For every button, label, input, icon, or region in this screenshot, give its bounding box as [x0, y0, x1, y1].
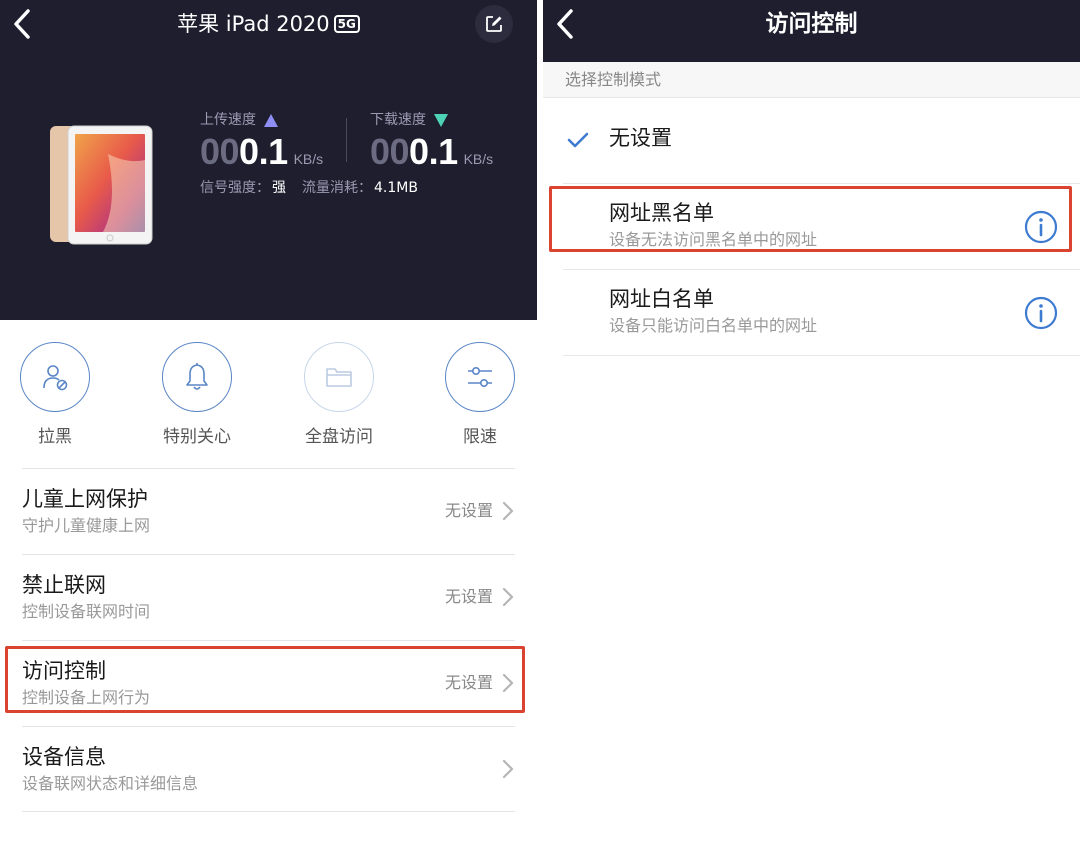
menu-item-subtitle: 设备联网状态和详细信息: [22, 774, 199, 793]
menu-item-value: 无设置: [444, 587, 493, 606]
traffic-value: 4.1MB: [374, 180, 418, 196]
action-block-circle[interactable]: [20, 342, 90, 412]
speed-divider: [346, 118, 347, 162]
upload-speed-leading-zeros: 00: [200, 131, 240, 172]
action-label: 特别关心: [163, 427, 231, 447]
menu-item-title: 设备信息: [22, 745, 106, 769]
option-title: 网址黑名单: [609, 201, 714, 225]
nav-bar: 访问控制: [543, 0, 1080, 62]
download-speed: 下载速度 000.1 KB/s: [370, 110, 493, 179]
signal-label: 信号强度：: [200, 180, 270, 196]
upload-speed-value: 0.1: [239, 131, 288, 172]
edit-button[interactable]: [475, 5, 513, 43]
menu-item-subtitle: 守护儿童健康上网: [22, 516, 151, 535]
page-title: 苹果 iPad 2020 5G: [0, 10, 537, 38]
menu-item-value: 无设置: [444, 673, 493, 692]
signal-value: 强: [272, 180, 286, 196]
menu-item-value: 无设置: [444, 501, 493, 520]
info-icon[interactable]: [1024, 296, 1058, 330]
menu-item-title: 儿童上网保护: [22, 487, 148, 511]
bell-icon: [186, 363, 208, 390]
page-title: 访问控制: [765, 11, 858, 37]
option-url-whitelist[interactable]: 网址白名单 设备只能访问白名单中的网址: [563, 270, 1080, 356]
action-block[interactable]: 拉黑: [5, 342, 105, 448]
upload-speed-unit: KB/s: [293, 151, 324, 167]
device-name: 苹果 iPad 2020: [177, 12, 330, 36]
menu-item-child-protection[interactable]: 儿童上网保护 守护儿童健康上网 无设置: [22, 468, 515, 554]
device-detail-screen: 苹果 iPad 2020 5G 上传速度 000.1 KB/s 下载速度 000…: [0, 0, 537, 846]
option-url-blacklist[interactable]: 网址黑名单 设备无法访问黑名单中的网址: [563, 184, 1080, 270]
download-speed-label: 下载速度: [370, 112, 426, 128]
download-arrow-icon: [434, 113, 448, 127]
block-user-icon: [43, 365, 68, 391]
checkmark-icon: [567, 132, 589, 148]
upload-speed: 上传速度 000.1 KB/s: [200, 110, 323, 179]
chevron-right-icon: [502, 673, 514, 693]
option-subtitle: 设备只能访问白名单中的网址: [609, 316, 818, 335]
section-header: 选择控制模式: [543, 62, 1080, 98]
action-label: 拉黑: [38, 427, 72, 447]
settings-menu: 儿童上网保护 守护儿童健康上网 无设置 禁止联网 控制设备联网时间 无设置 访问…: [22, 468, 515, 812]
option-title: 网址白名单: [609, 287, 714, 311]
menu-item-subtitle: 控制设备上网行为: [22, 688, 151, 707]
device-hero-header: 苹果 iPad 2020 5G 上传速度 000.1 KB/s 下载速度 000…: [0, 0, 537, 320]
download-speed-value: 0.1: [409, 131, 458, 172]
action-full-access-circle[interactable]: [304, 342, 374, 412]
option-none[interactable]: 无设置: [563, 98, 1080, 184]
device-stats: 信号强度：强流量消耗： 4.1MB: [200, 178, 434, 198]
traffic-label: 流量消耗：: [302, 180, 372, 196]
edit-icon: [486, 16, 502, 32]
action-special-care-circle[interactable]: [162, 342, 232, 412]
action-full-access[interactable]: 全盘访问: [289, 342, 389, 448]
folder-icon: [326, 368, 352, 387]
action-label: 全盘访问: [305, 427, 373, 447]
option-subtitle: 设备无法访问黑名单中的网址: [609, 230, 818, 249]
ipad-device-image: [50, 125, 153, 245]
action-speed-limit[interactable]: 限速: [430, 342, 530, 448]
menu-item-subtitle: 控制设备联网时间: [22, 602, 151, 621]
menu-item-title: 访问控制: [22, 659, 106, 683]
action-label: 限速: [463, 427, 497, 447]
upload-arrow-icon: [264, 113, 278, 127]
action-speed-limit-circle[interactable]: [445, 342, 515, 412]
sliders-icon: [468, 366, 492, 388]
info-icon[interactable]: [1024, 210, 1058, 244]
chevron-right-icon: [502, 759, 514, 779]
access-control-screen: 访问控制 选择控制模式 无设置 网址黑名单 设备无法访问黑名单中的网址 网址白名…: [543, 0, 1080, 846]
menu-item-device-info[interactable]: 设备信息 设备联网状态和详细信息: [22, 726, 515, 812]
action-special-care[interactable]: 特别关心: [147, 342, 247, 448]
5g-badge: 5G: [333, 15, 360, 33]
download-speed-unit: KB/s: [463, 151, 494, 167]
download-speed-leading-zeros: 00: [370, 131, 410, 172]
chevron-right-icon: [502, 587, 514, 607]
chevron-right-icon: [502, 501, 514, 521]
upload-speed-label: 上传速度: [200, 112, 256, 128]
menu-item-access-control[interactable]: 访问控制 控制设备上网行为 无设置: [22, 640, 515, 726]
quick-actions: 拉黑 特别关心 全盘访问 限速: [0, 342, 537, 462]
menu-item-block-internet[interactable]: 禁止联网 控制设备联网时间 无设置: [22, 554, 515, 640]
option-title: 无设置: [609, 126, 672, 150]
menu-item-title: 禁止联网: [22, 573, 106, 597]
